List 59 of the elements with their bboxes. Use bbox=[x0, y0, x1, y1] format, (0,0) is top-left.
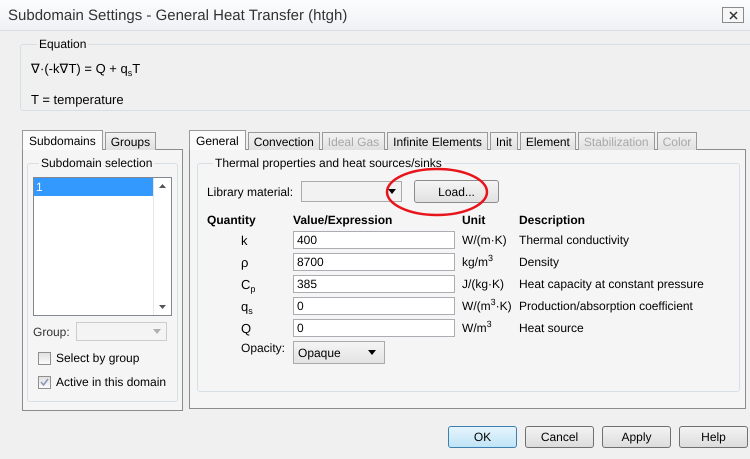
value-field[interactable]: 400 bbox=[293, 231, 455, 249]
checkbox-label: Select by group bbox=[56, 351, 140, 365]
unit-text: W/m$^{3}$ bbox=[462, 321, 493, 335]
scroll-down-icon[interactable] bbox=[159, 305, 166, 309]
description-text: Heat source bbox=[519, 321, 585, 335]
field-label: Group: bbox=[33, 324, 70, 338]
quantity-symbol: ρ bbox=[240, 254, 250, 270]
group-label: Equation bbox=[38, 37, 88, 51]
value-field[interactable]: 8700 bbox=[293, 253, 455, 271]
group-label: Thermal properties and heat sources/sinks bbox=[214, 156, 443, 170]
ok-button[interactable]: OK bbox=[448, 426, 517, 448]
material-dropdown[interactable] bbox=[301, 181, 402, 202]
description-text: Production/absorption coefficient bbox=[519, 299, 694, 313]
checkbox[interactable] bbox=[38, 352, 51, 364]
dropdown-arrow-icon bbox=[152, 329, 161, 334]
variable-definition: T = temperature bbox=[31, 92, 125, 107]
tab[interactable]: Init bbox=[490, 132, 518, 150]
dialog-button[interactable]: Help bbox=[679, 426, 748, 448]
equation-text: ∇·(-k∇T) = Q + q$_{s}$T bbox=[31, 61, 142, 76]
dropdown-arrow-icon bbox=[368, 350, 376, 355]
quantity-symbol: q$_{s}$ bbox=[240, 298, 254, 314]
checkbox[interactable] bbox=[38, 376, 51, 388]
quantity-symbol: Q bbox=[240, 320, 252, 336]
quantity-symbol: k bbox=[240, 232, 248, 248]
value-field[interactable]: 0 bbox=[293, 319, 455, 337]
close-button[interactable] bbox=[722, 7, 744, 23]
unit-text: W/(m·K) bbox=[462, 233, 508, 247]
opacity-dropdown[interactable]: Opaque bbox=[293, 341, 385, 364]
value-field[interactable]: 0 bbox=[293, 297, 455, 315]
description-text: Thermal conductivity bbox=[519, 233, 630, 247]
unit-text: kg/m$^{3}$ bbox=[462, 255, 494, 269]
checkmark-icon bbox=[40, 378, 49, 386]
tab[interactable]: Subdomains bbox=[22, 130, 103, 150]
column-header: Unit bbox=[462, 213, 486, 227]
checkbox-label: Active in this domain bbox=[56, 375, 166, 389]
group-label: Subdomain selection bbox=[40, 156, 154, 170]
dropdown-arrow-icon bbox=[388, 189, 396, 194]
unit-text: W/(m$^{3}$·K) bbox=[462, 299, 513, 313]
close-icon bbox=[728, 10, 738, 20]
tab[interactable]: Convection bbox=[248, 132, 320, 150]
scroll-up-icon[interactable] bbox=[159, 184, 166, 188]
description-text: Heat capacity at constant pressure bbox=[519, 277, 705, 291]
window-title: Subdomain Settings - General Heat Transfer (htgh) bbox=[8, 6, 348, 24]
load-button[interactable]: Load... bbox=[414, 180, 500, 203]
column-header: Value/Expression bbox=[293, 213, 394, 227]
column-header: Quantity bbox=[207, 213, 257, 227]
description-text: Density bbox=[519, 255, 560, 269]
quantity-symbol: C$_{p}$ bbox=[240, 276, 256, 292]
tab[interactable]: Infinite Elements bbox=[387, 132, 488, 150]
dialog-button[interactable]: Cancel bbox=[525, 426, 594, 448]
tab[interactable]: Groups bbox=[104, 132, 156, 150]
dialog-button[interactable]: Apply bbox=[602, 426, 671, 448]
value-field[interactable]: 385 bbox=[293, 275, 455, 293]
tab[interactable]: General bbox=[189, 130, 246, 150]
column-header: Description bbox=[519, 213, 586, 227]
field-label: Opacity: bbox=[241, 341, 286, 355]
tab[interactable]: Element bbox=[520, 132, 576, 150]
unit-text: J/(kg·K) bbox=[462, 277, 505, 291]
field-label: Library material: bbox=[207, 184, 294, 198]
